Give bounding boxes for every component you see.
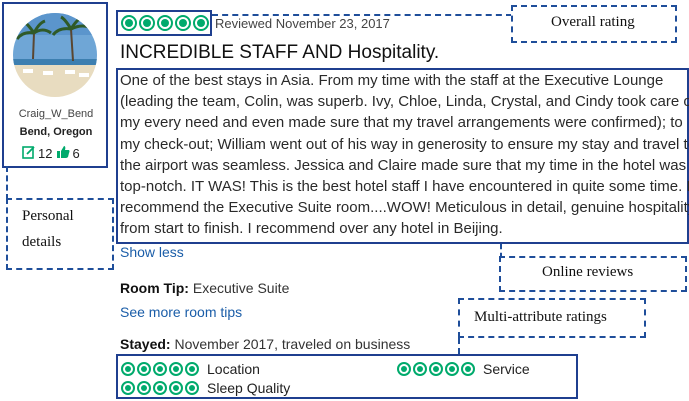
review-body-line: top-notch. IT WAS! This is the best hote… <box>120 178 689 196</box>
multi-attribute-label: Multi-attribute ratings <box>474 309 607 325</box>
review-body: One of the best stays in Asia. From my t… <box>120 70 689 240</box>
review-count-icon <box>22 145 36 162</box>
personal-details-label-1: Personal <box>22 208 74 224</box>
rating-bubble-icon <box>153 362 167 376</box>
room-tip-label: Room Tip: <box>120 280 189 296</box>
personal-details-label-2: details <box>22 234 62 250</box>
rating-bubble-icon <box>193 15 209 31</box>
rating-bubble-icon <box>429 362 443 376</box>
helpful-votes: 6 <box>72 146 80 161</box>
stayed-label: Stayed: <box>120 336 171 352</box>
review-count: 12 <box>38 146 53 161</box>
location-rating-bubbles <box>121 362 199 376</box>
rating-bubble-icon <box>153 381 167 395</box>
see-more-room-tips-link[interactable]: See more room tips <box>120 304 242 320</box>
reviewer-stats: 12 6 <box>22 145 80 162</box>
personal-details-connector <box>6 166 8 200</box>
rating-bubble-icon <box>169 362 183 376</box>
review-body-line: my every need and even made sure that my… <box>120 114 683 132</box>
overall-rating-connector <box>212 14 512 16</box>
rating-bubble-icon <box>137 362 151 376</box>
rating-bubble-icon <box>397 362 411 376</box>
rating-bubble-icon <box>157 15 173 31</box>
rating-bubble-icon <box>175 15 191 31</box>
room-tip-value: Executive Suite <box>192 280 290 296</box>
review-body-line: the airport was seamless. Jessica and Cl… <box>120 156 687 174</box>
rating-bubble-icon <box>413 362 427 376</box>
rating-bubble-icon <box>185 381 199 395</box>
stayed-value: November 2017, traveled on business <box>174 336 411 352</box>
location-rating-label: Location <box>207 361 260 377</box>
rating-bubble-icon <box>445 362 459 376</box>
reviewed-date: Reviewed November 23, 2017 <box>215 16 390 31</box>
sleep-quality-rating-bubbles <box>121 381 199 395</box>
rating-bubble-icon <box>461 362 475 376</box>
service-rating-label: Service <box>483 361 530 377</box>
rating-bubble-icon <box>137 381 151 395</box>
rating-bubble-icon <box>121 362 135 376</box>
stayed: Stayed: November 2017, traveled on busin… <box>120 336 410 352</box>
review-title[interactable]: INCREDIBLE STAFF AND Hospitality. <box>120 42 439 64</box>
overall-rating-label: Overall rating <box>551 14 635 30</box>
overall-rating-bubbles <box>121 15 209 31</box>
rating-bubble-icon <box>121 15 137 31</box>
show-less-link[interactable]: Show less <box>120 244 184 260</box>
review-body-line: One of the best stays in Asia. From my t… <box>120 72 664 89</box>
review-body-line: recommend the Executive Suite room....WO… <box>120 199 689 217</box>
rating-bubble-icon <box>169 381 183 395</box>
reviewer-name[interactable]: Craig_W_Bend <box>6 108 106 120</box>
review-body-line: from start to finish. I recommend over a… <box>120 220 503 238</box>
multi-attribute-connector <box>458 338 460 354</box>
reviewer-location: Bend, Oregon <box>19 126 93 138</box>
online-reviews-label: Online reviews <box>542 264 634 280</box>
review-body-line: (leading the team, Colin, was superb. Iv… <box>120 93 689 111</box>
review-body-line: my check-out; William went out of his wa… <box>120 135 689 153</box>
room-tip: Room Tip: Executive Suite <box>120 280 289 296</box>
rating-bubble-icon <box>185 362 199 376</box>
thumbs-up-icon <box>56 145 70 162</box>
rating-bubble-icon <box>121 381 135 395</box>
rating-bubble-icon <box>139 15 155 31</box>
sleep-quality-rating-label: Sleep Quality <box>207 380 291 396</box>
avatar[interactable] <box>13 13 97 97</box>
service-rating-bubbles <box>397 362 475 376</box>
